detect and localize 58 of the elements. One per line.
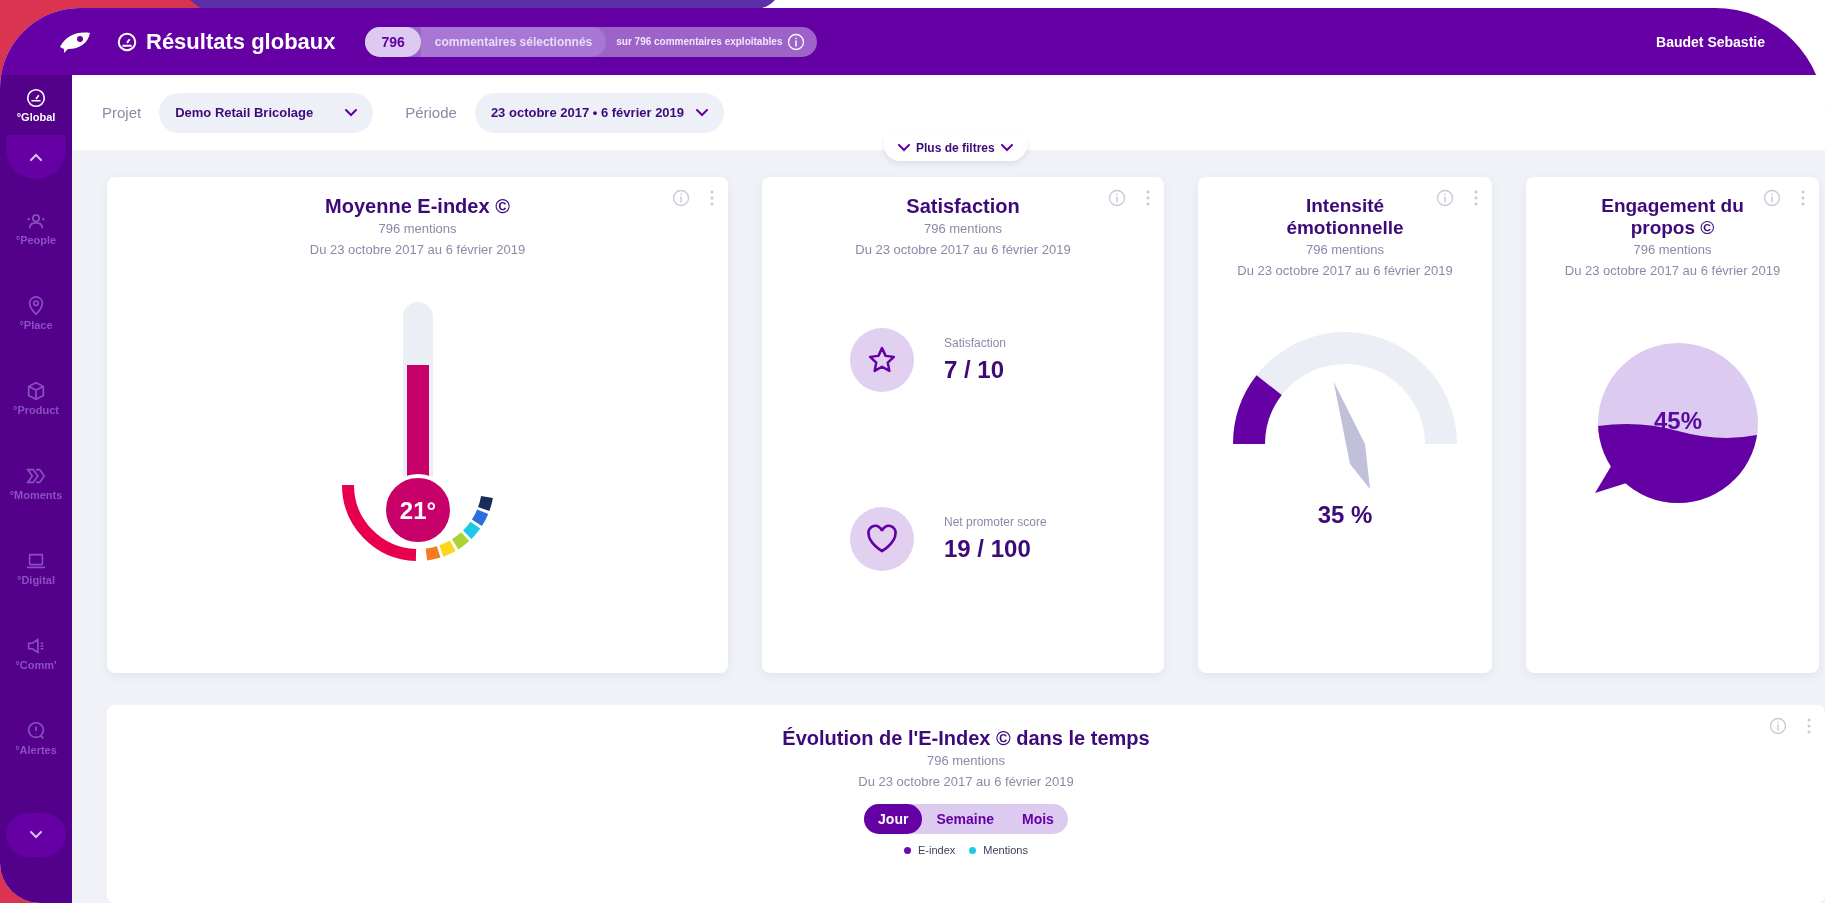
total-label: sur 796 commentaires exploitables xyxy=(616,36,783,47)
mentions-count: 796 mentions xyxy=(926,752,1006,770)
page-title: Résultats globaux xyxy=(146,28,336,55)
mentions-count: 796 mentions xyxy=(1632,241,1713,259)
gauge-value: 35 % xyxy=(1317,501,1373,529)
date-range: Du 23 octobre 2017 au 6 février 2019 xyxy=(1236,262,1454,280)
score-value: 19 / 100 xyxy=(944,535,1032,563)
gauge-icon xyxy=(116,30,138,53)
period-tab[interactable]: Mois xyxy=(1008,804,1068,834)
filter-dropdown[interactable]: Demo Retail Bricolage xyxy=(159,92,374,133)
card-title: Moyenne E-index © xyxy=(325,195,510,218)
user-name[interactable]: Baudet Sebastie xyxy=(1656,33,1765,50)
gauge-icon xyxy=(25,87,47,109)
chevron-up-icon xyxy=(30,153,42,161)
period-tab[interactable]: Jour xyxy=(864,804,923,834)
selected-count: 796 xyxy=(365,26,421,57)
bubble-value: 45% xyxy=(1653,407,1702,434)
chevron-down-icon xyxy=(898,144,910,152)
date-range: Du 23 octobre 2017 au 6 février 2019 xyxy=(858,773,1074,791)
score-value: 7 / 10 xyxy=(944,356,1006,384)
score-label: Net promoter score xyxy=(944,515,1047,529)
chevron-down-icon xyxy=(696,108,709,117)
thermometer-value: 21° xyxy=(399,497,436,524)
heart-icon xyxy=(866,524,898,554)
filter-dropdown[interactable]: 23 octobre 2017 • 6 février 2019 xyxy=(474,92,725,133)
chevron-down-icon xyxy=(1000,144,1013,152)
nav-item[interactable]: °Global xyxy=(16,75,56,135)
period-tab[interactable]: Semaine xyxy=(922,804,1008,834)
collapse-button[interactable] xyxy=(6,135,66,179)
gauge-fill xyxy=(1233,375,1282,444)
more-icon[interactable] xyxy=(1146,190,1150,206)
mentions-count: 796 mentions xyxy=(923,220,1003,238)
expand-button[interactable] xyxy=(6,813,66,857)
card-title: Engagement du propos © xyxy=(1600,195,1745,239)
date-range: Du 23 octobre 2017 au 6 février 2019 xyxy=(309,241,526,259)
star-icon xyxy=(867,345,897,375)
chevron-down-icon xyxy=(30,831,42,839)
card-title: Intensité émotionnelle xyxy=(1285,195,1405,239)
filter-label: Projet xyxy=(102,104,142,121)
selected-label: commentaires sélectionnés xyxy=(420,26,607,57)
mentions-count: 796 mentions xyxy=(1304,241,1386,259)
card-title: Satisfaction xyxy=(906,195,1020,218)
more-icon[interactable] xyxy=(1801,190,1805,206)
legend-label[interactable]: E-index xyxy=(918,844,956,856)
box-icon xyxy=(25,379,47,402)
more-icon[interactable] xyxy=(1474,190,1478,206)
more-filters-button[interactable]: Plus de filtres xyxy=(884,135,1027,161)
alert-icon xyxy=(25,719,47,742)
chevron-down-icon xyxy=(345,108,358,117)
mentions-count: 796 mentions xyxy=(378,220,457,238)
filter-label: Période xyxy=(405,104,457,121)
date-range: Du 23 octobre 2017 au 6 février 2019 xyxy=(1563,262,1782,280)
date-range: Du 23 octobre 2017 au 6 février 2019 xyxy=(855,241,1071,259)
more-icon[interactable] xyxy=(1807,718,1811,734)
score-label: Satisfaction xyxy=(944,336,1007,350)
card-title: Évolution de l'E-Index © dans le temps xyxy=(782,727,1150,750)
legend-label[interactable]: Mentions xyxy=(983,844,1028,856)
more-icon[interactable] xyxy=(710,190,714,206)
